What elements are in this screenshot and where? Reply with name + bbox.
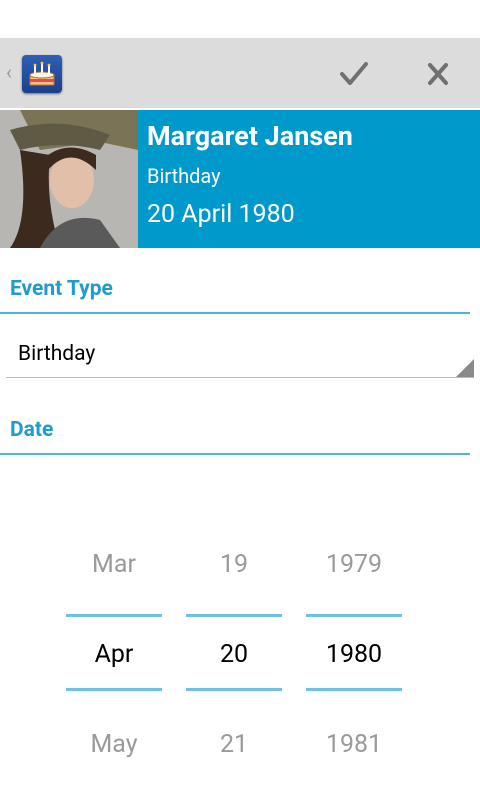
year-next[interactable]: 1981 <box>306 730 402 759</box>
day-current[interactable]: 20 <box>186 640 282 669</box>
event-type-title: Event Type <box>10 277 113 301</box>
day-selection-line-bottom <box>186 688 282 691</box>
day-next[interactable]: 21 <box>186 730 282 759</box>
month-next[interactable]: May <box>66 730 162 759</box>
contact-header: Margaret Jansen Birthday 20 April 1980 <box>0 110 480 248</box>
month-prev[interactable]: Mar <box>66 550 162 579</box>
month-current[interactable]: Apr <box>66 640 162 669</box>
event-date-label: 20 April 1980 <box>147 200 295 229</box>
contact-photo[interactable] <box>0 110 138 248</box>
event-type-spinner[interactable]: Birthday <box>6 334 474 378</box>
event-type-value: Birthday <box>18 342 96 366</box>
cancel-button[interactable] <box>414 54 462 94</box>
dropdown-triangle-icon <box>456 359 474 377</box>
year-selection-line-bottom <box>306 688 402 691</box>
year-prev[interactable]: 1979 <box>306 550 402 579</box>
date-title: Date <box>10 418 54 442</box>
day-selection-line-top <box>186 614 282 617</box>
day-prev[interactable]: 19 <box>186 550 282 579</box>
month-selection-line-bottom <box>66 688 162 691</box>
month-selection-line-top <box>66 614 162 617</box>
back-chevron-icon[interactable]: ‹ <box>6 62 12 82</box>
close-x-icon <box>428 63 448 85</box>
birthday-cake-icon[interactable] <box>22 55 62 93</box>
event-type-label: Birthday <box>147 164 221 188</box>
event-type-divider <box>0 312 470 314</box>
contact-name: Margaret Jansen <box>147 120 353 152</box>
date-divider <box>0 453 470 455</box>
year-current[interactable]: 1980 <box>306 640 402 669</box>
check-icon <box>340 62 368 85</box>
spinner-underline <box>6 377 474 378</box>
action-bar: ‹ <box>0 38 480 108</box>
year-selection-line-top <box>306 614 402 617</box>
save-button[interactable] <box>330 54 378 94</box>
